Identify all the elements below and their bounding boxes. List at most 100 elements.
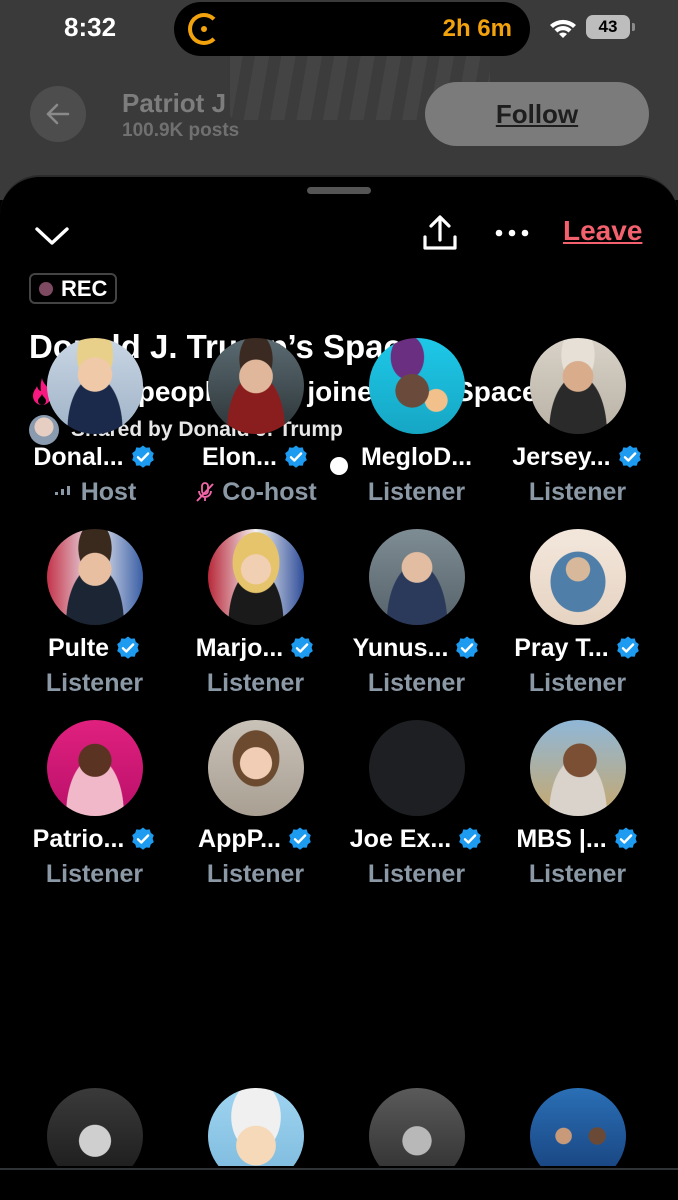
- participant-name-row: MegloD...: [336, 440, 497, 474]
- dynamic-island[interactable]: 2h 6m: [174, 2, 530, 56]
- divider: [0, 1168, 678, 1170]
- recording-label: REC: [61, 275, 108, 301]
- avatar[interactable]: [47, 720, 143, 816]
- participant-role: Listener: [367, 477, 466, 506]
- participant-name-row: MBS |...: [497, 822, 658, 856]
- participant-role: Listener: [528, 668, 627, 697]
- avatar[interactable]: [530, 720, 626, 816]
- participant-role-row: Listener: [14, 666, 175, 700]
- participant-name-row: Yunus...: [336, 631, 497, 665]
- participant-role: Listener: [528, 477, 627, 506]
- verified-badge-icon: [289, 827, 311, 850]
- participant-name: Elon...: [202, 442, 277, 471]
- participant-card[interactable]: MegloD... Listener: [336, 335, 497, 515]
- participant-role-row: Listener: [336, 857, 497, 891]
- profile-post-count: 100.9K posts: [122, 120, 240, 141]
- participant-card[interactable]: Marjo... Listener: [175, 526, 336, 706]
- participant-role-row: Listener: [14, 857, 175, 891]
- participant-role: Listener: [367, 859, 466, 888]
- avatar[interactable]: [208, 720, 304, 816]
- participant-card[interactable]: Jersey... Listener: [497, 335, 658, 515]
- participant-name-row: Joe Ex...: [336, 822, 497, 856]
- avatar[interactable]: [369, 529, 465, 625]
- participant-card[interactable]: Pulte Listener: [14, 526, 175, 706]
- verified-badge-icon: [291, 636, 314, 659]
- participant-name: MBS |...: [516, 824, 607, 853]
- record-dot-icon: [39, 281, 53, 296]
- participant-card[interactable]: MBS |... Listener: [497, 717, 658, 897]
- island-timer: 2h 6m: [442, 15, 512, 42]
- recording-badge: REC: [29, 273, 118, 304]
- participant-name-row: Elon...: [175, 440, 336, 474]
- participant-name-row: Pray T...: [497, 631, 658, 665]
- participant-name-row: Marjo...: [175, 631, 336, 665]
- participant-name: Joe Ex...: [349, 824, 452, 853]
- verified-badge-icon: [459, 827, 482, 850]
- participant-card[interactable]: Pray T... Listener: [497, 526, 658, 706]
- participant-name-row: Pulte: [14, 631, 175, 665]
- participant-role-row: Listener: [175, 666, 336, 700]
- participant-name-row: Jersey...: [497, 440, 658, 474]
- participant-name-row: AppP...: [175, 822, 336, 856]
- participant-name: Yunus...: [352, 633, 449, 662]
- participant-card[interactable]: Joe Ex... Listener: [336, 717, 497, 897]
- share-icon[interactable]: [420, 213, 460, 253]
- participant-card[interactable]: Yunus... Listener: [336, 526, 497, 706]
- participant-role: Host: [80, 477, 137, 506]
- follow-button[interactable]: Follow: [425, 82, 649, 146]
- status-time: 8:32: [64, 12, 117, 42]
- participant-role: Listener: [206, 859, 305, 888]
- status-bar: 8:32 2h 6m 43: [0, 0, 678, 58]
- participant-role-row: Listener: [497, 857, 658, 891]
- avatar[interactable]: [47, 338, 143, 434]
- participant-name-row: Patrio...: [14, 822, 175, 856]
- participant-role: Co-host: [222, 477, 317, 506]
- verified-badge-icon: [456, 636, 479, 659]
- verified-badge-icon: [618, 445, 641, 468]
- participant-role-row: Host: [14, 475, 175, 509]
- verified-badge-icon: [616, 636, 639, 659]
- participant-role-row: Listener: [497, 666, 658, 700]
- participant-card[interactable]: Elon... Co-host: [175, 335, 336, 515]
- participant-card[interactable]: Donal... Host: [14, 335, 175, 515]
- avatar[interactable]: [369, 338, 465, 434]
- avatar[interactable]: [208, 338, 304, 434]
- timer-ring-icon: [188, 13, 220, 45]
- more-options-icon[interactable]: [492, 221, 532, 245]
- profile-name: Patriot J: [122, 88, 227, 118]
- participant-name-row: Donal...: [14, 440, 175, 474]
- participant-name: Patrio...: [32, 824, 125, 853]
- participant-role: Listener: [367, 668, 466, 697]
- participant-role: Listener: [45, 668, 144, 697]
- speaking-icon: [54, 486, 70, 495]
- participant-card[interactable]: Patrio... Listener: [14, 717, 175, 897]
- avatar[interactable]: [208, 529, 304, 625]
- leave-button[interactable]: Leave: [563, 215, 642, 247]
- participant-name: Jersey...: [512, 442, 611, 471]
- verified-badge-icon: [285, 445, 307, 468]
- participant-role-row: Listener: [175, 857, 336, 891]
- verified-badge-icon: [117, 636, 139, 659]
- participant-name: AppP...: [198, 824, 281, 853]
- verified-badge-icon: [132, 827, 155, 850]
- mic-muted-icon: [196, 482, 215, 502]
- participant-card[interactable]: AppP... Listener: [175, 717, 336, 897]
- wifi-icon: [550, 19, 576, 38]
- participant-role-row: Listener: [336, 666, 497, 700]
- participant-role-row: Co-host: [175, 475, 336, 509]
- avatar[interactable]: [530, 338, 626, 434]
- avatar[interactable]: [47, 529, 143, 625]
- sheet-grabber[interactable]: [307, 187, 371, 194]
- back-button[interactable]: [30, 86, 86, 142]
- participant-name: Marjo...: [195, 633, 284, 662]
- participant-name: MegloD...: [360, 442, 473, 471]
- participant-name: Donal...: [33, 442, 124, 471]
- verified-badge-icon: [131, 445, 154, 468]
- participant-role-row: Listener: [497, 475, 658, 509]
- avatar[interactable]: [369, 720, 465, 816]
- participant-name: Pray T...: [514, 633, 609, 662]
- chevron-down-icon[interactable]: [32, 221, 72, 251]
- verified-badge-icon: [614, 827, 637, 850]
- avatar[interactable]: [530, 529, 626, 625]
- arrow-left-icon: [46, 103, 70, 125]
